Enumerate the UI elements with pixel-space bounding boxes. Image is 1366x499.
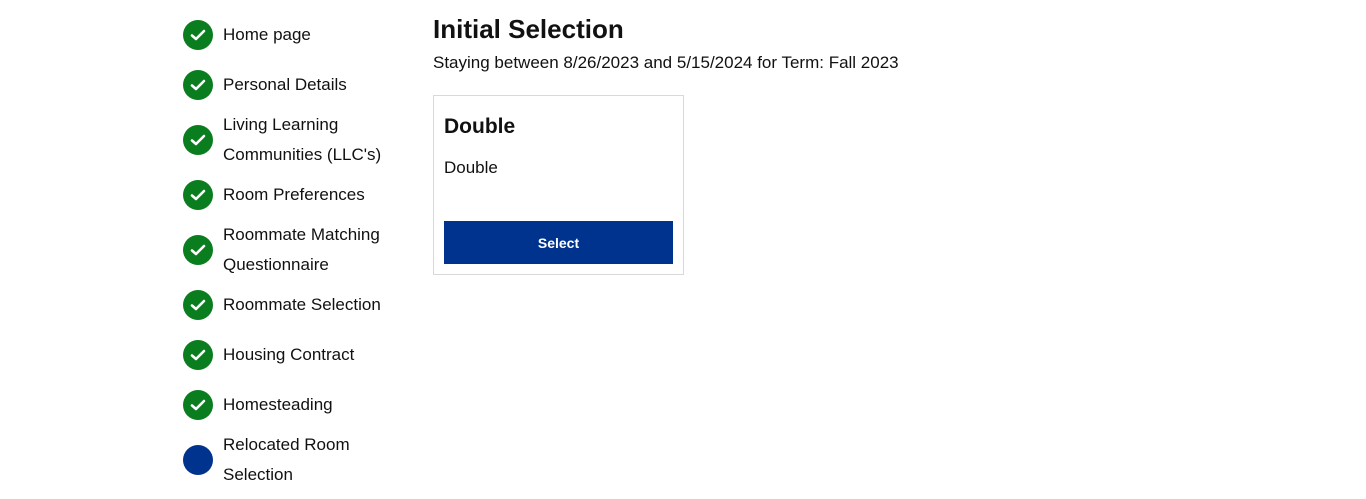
select-button[interactable]: Select [444,221,673,264]
check-icon [183,390,213,420]
room-type-title: Double [444,115,516,138]
check-icon [183,20,213,50]
step-roommate-selection[interactable]: Roommate Selection [183,290,413,320]
check-icon [183,235,213,265]
step-label[interactable]: Homesteading [223,390,413,420]
step-personal-details[interactable]: Personal Details [183,70,413,100]
check-icon [183,290,213,320]
step-label[interactable]: Roommate Matching Questionnaire [223,220,413,280]
step-label[interactable]: Room Preferences [223,180,413,210]
page: Home page Personal Details Living Learni… [0,0,1366,499]
step-living-learning-communities[interactable]: Living Learning Communities (LLC's) [183,110,413,170]
check-icon [183,70,213,100]
step-label[interactable]: Home page [223,20,413,50]
step-label[interactable]: Relocated Room Selection [223,430,413,490]
room-type-card: Double Double Select [433,95,684,275]
step-housing-contract[interactable]: Housing Contract [183,340,413,370]
page-title: Initial Selection [433,14,624,44]
step-homesteading[interactable]: Homesteading [183,390,413,420]
check-icon [183,180,213,210]
step-label[interactable]: Roommate Selection [223,290,413,320]
check-icon [183,340,213,370]
step-roommate-matching-questionnaire[interactable]: Roommate Matching Questionnaire [183,220,413,280]
current-step-icon [183,445,213,475]
step-label[interactable]: Living Learning Communities (LLC's) [223,110,413,170]
step-label[interactable]: Housing Contract [223,340,413,370]
step-relocated-room-selection[interactable]: Relocated Room Selection [183,430,413,490]
step-room-preferences[interactable]: Room Preferences [183,180,413,210]
check-icon [183,125,213,155]
step-label[interactable]: Personal Details [223,70,413,100]
step-home-page[interactable]: Home page [183,20,413,50]
stay-dates-text: Staying between 8/26/2023 and 5/15/2024 … [433,53,899,72]
room-type-description: Double [444,158,498,177]
